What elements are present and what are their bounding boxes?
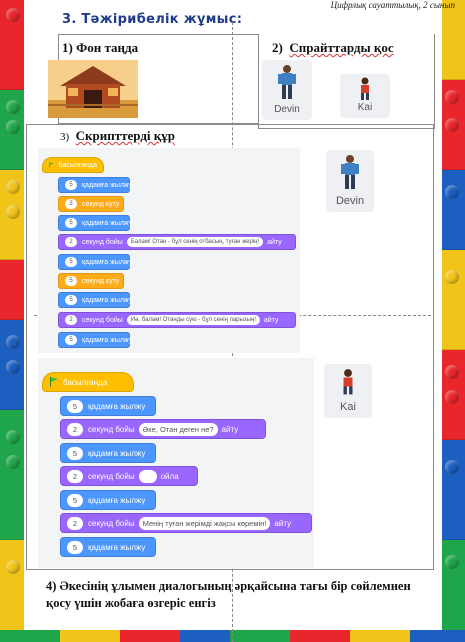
lego-stud — [445, 555, 459, 569]
green-flag-icon — [50, 377, 58, 387]
lego-brick — [350, 630, 410, 642]
lego-brick — [290, 630, 350, 642]
lego-stud — [6, 430, 20, 444]
lego-stud — [445, 90, 459, 104]
sprite-name: Kai — [357, 102, 373, 113]
step3-title: 3) Скрипттерді құр — [60, 128, 176, 143]
lego-stud — [6, 335, 20, 349]
when-flag-clicked-block[interactable]: басылғанда — [42, 372, 134, 392]
sprite-name: Kai — [340, 401, 356, 413]
say-text-input[interactable]: Балам! Отан - бұл сенің отбасың, туған ж… — [126, 237, 264, 247]
move-steps-block[interactable]: 5 қадамға жылжу — [60, 490, 156, 510]
move-steps-block[interactable]: 5 қадамға жылжу — [60, 396, 156, 416]
say-for-seconds-block[interactable]: 2 секунд бойы Балам! Отан - бұл сенің отба… — [58, 234, 296, 250]
task4-instruction: 4) Әкесінің ұлымен диалогының әрқайсына … — [46, 579, 411, 610]
lego-brick — [410, 630, 465, 642]
lego-stud — [6, 360, 20, 374]
move-steps-block[interactable]: 5 қадамға жылжу — [58, 292, 132, 308]
say-text-input[interactable]: Әке, Отан деген не? — [138, 422, 218, 436]
sprite-name: Devin — [274, 104, 300, 115]
devin-sprite-icon — [341, 155, 359, 189]
section-title: 3. Тәжірибелік жұмыс: — [62, 12, 243, 27]
lego-stud — [445, 185, 459, 199]
move-steps-block[interactable]: 5 қадамға жылжу — [58, 332, 132, 348]
lego-brick — [180, 630, 230, 642]
lego-stud — [6, 205, 20, 219]
say-for-seconds-block[interactable]: 2 секунд бойы Менің туған жерімді жақсы кө… — [60, 513, 312, 533]
green-flag-icon — [49, 162, 54, 168]
move-steps-block[interactable]: 5 қадамға жылжу — [60, 443, 156, 463]
step2-title: 2) Спрайттарды қос — [272, 40, 394, 55]
lego-stud — [445, 460, 459, 474]
lego-stud — [445, 270, 459, 284]
say-text-input[interactable]: Иә, балам! Отанды сүю - бұл сенің парызы… — [126, 315, 260, 325]
script-sprite-devin[interactable]: Devin — [326, 150, 374, 212]
lego-brick — [230, 630, 290, 642]
lego-brick — [0, 630, 60, 642]
sprite-tile-devin[interactable]: Devin — [262, 60, 312, 120]
lego-brick — [60, 630, 120, 642]
lego-stud — [6, 180, 20, 194]
say-text-input[interactable]: Менің туған жерімді жақсы көремін! — [138, 516, 271, 530]
say-for-seconds-block[interactable]: 2 секунд бойы Иә, балам! Отанды сүю - бұл … — [58, 312, 296, 328]
lego-stud — [6, 455, 20, 469]
step1-title: 1) Фон таңда — [62, 40, 139, 55]
think-text-input[interactable] — [138, 469, 157, 483]
sprite-tile-kai[interactable]: Kai — [340, 74, 390, 118]
lego-stud — [445, 390, 459, 404]
devin-sprite-icon — [278, 65, 296, 99]
think-for-seconds-block[interactable]: 2 секунд бойы ойла — [60, 466, 198, 486]
move-steps-block[interactable]: 5 қадамға жылжу — [58, 254, 132, 270]
kai-sprite-icon — [361, 77, 369, 100]
wait-seconds-block[interactable]: 5 секунд күту — [58, 273, 124, 289]
when-flag-clicked-block[interactable]: басылғанда — [42, 157, 104, 173]
move-steps-block[interactable]: 5 қадамға жылжу — [58, 215, 132, 231]
move-steps-block[interactable]: 5 қадамға жылжу — [58, 177, 132, 193]
subject-header: Цифрлық сауаттылық, 2 сынып — [330, 0, 455, 10]
move-steps-block[interactable]: 5 қадамға жылжу — [60, 537, 156, 557]
lego-stud — [445, 365, 459, 379]
script-sprite-kai[interactable]: Kai — [324, 364, 372, 418]
kai-sprite-icon — [343, 369, 353, 395]
lego-brick — [120, 630, 180, 642]
barn-backdrop-thumbnail[interactable] — [48, 60, 138, 118]
sprite-name: Devin — [335, 195, 365, 207]
wait-seconds-block[interactable]: 3 секунд күту — [58, 196, 124, 212]
lego-stud — [6, 100, 20, 114]
lego-stud — [6, 8, 20, 22]
lego-stud — [6, 560, 20, 574]
lego-stud — [6, 120, 20, 134]
say-for-seconds-block[interactable]: 2 секунд бойы Әке, Отан деген не? айту — [60, 419, 266, 439]
lego-stud — [445, 118, 459, 132]
